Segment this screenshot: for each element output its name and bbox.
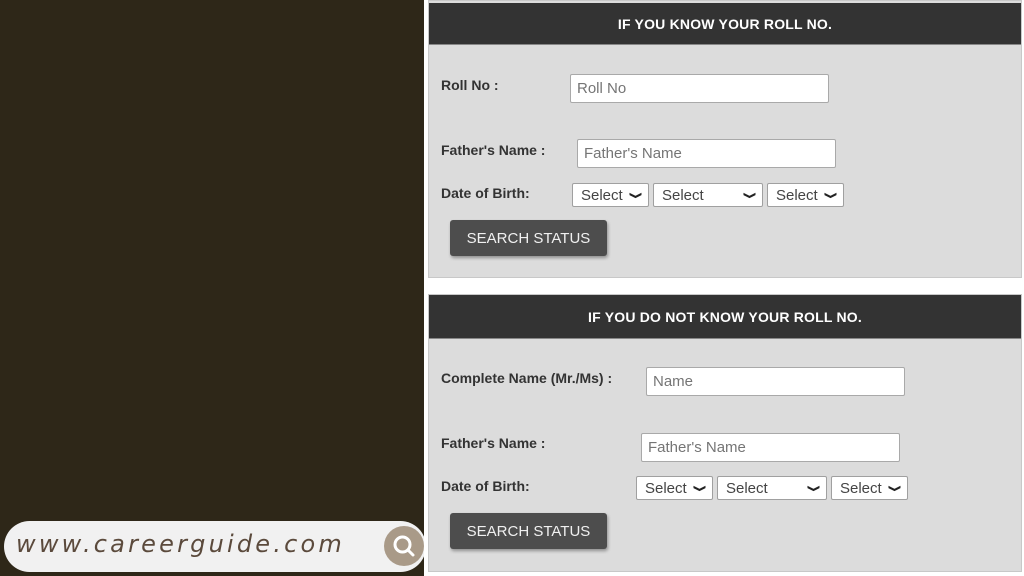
brand-panel: www.careerguide.com [0, 0, 426, 576]
dob-day-value: Select [645, 479, 687, 497]
chevron-down-icon: ❯ [630, 191, 644, 199]
father-name-label: Father's Name : [441, 142, 546, 158]
unknown-roll-section: IF YOU DO NOT KNOW YOUR ROLL NO. Complet… [428, 294, 1022, 572]
father-name-input[interactable] [641, 433, 900, 462]
chevron-down-icon: ❯ [889, 484, 903, 492]
search-status-button[interactable]: SEARCH STATUS [450, 513, 607, 549]
chevron-down-icon: ❯ [808, 484, 822, 492]
dob-month-select[interactable]: Select ❯ [653, 183, 763, 207]
dob-month-value: Select [726, 479, 768, 497]
search-status-button[interactable]: SEARCH STATUS [450, 220, 607, 256]
dob-label: Date of Birth: [441, 185, 530, 201]
chevron-down-icon: ❯ [825, 191, 839, 199]
dob-day-select[interactable]: Select ❯ [636, 476, 713, 500]
dob-year-value: Select [776, 186, 818, 204]
dob-month-value: Select [662, 186, 704, 204]
dob-day-select[interactable]: Select ❯ [572, 183, 649, 207]
father-name-input[interactable] [577, 139, 836, 168]
father-name-label: Father's Name : [441, 435, 546, 451]
dob-month-select[interactable]: Select ❯ [717, 476, 827, 500]
dob-year-value: Select [840, 479, 882, 497]
roll-no-label: Roll No : [441, 77, 499, 93]
complete-name-input[interactable] [646, 367, 905, 396]
dob-label: Date of Birth: [441, 478, 530, 494]
chevron-down-icon: ❯ [694, 484, 708, 492]
search-icon [384, 526, 424, 566]
url-banner: www.careerguide.com [4, 521, 426, 572]
known-roll-section: IF YOU KNOW YOUR ROLL NO. Roll No : Fath… [428, 0, 1022, 278]
roll-no-input[interactable] [570, 74, 829, 103]
complete-name-label: Complete Name (Mr./Ms) : [441, 370, 613, 386]
dob-day-value: Select [581, 186, 623, 204]
section-header-known: IF YOU KNOW YOUR ROLL NO. [429, 3, 1021, 45]
section-header-unknown: IF YOU DO NOT KNOW YOUR ROLL NO. [429, 295, 1021, 339]
site-url: www.careerguide.com [16, 530, 345, 558]
dob-year-select[interactable]: Select ❯ [767, 183, 844, 207]
chevron-down-icon: ❯ [744, 191, 758, 199]
dob-year-select[interactable]: Select ❯ [831, 476, 908, 500]
result-search-form: IF YOU KNOW YOUR ROLL NO. Roll No : Fath… [424, 0, 1024, 576]
